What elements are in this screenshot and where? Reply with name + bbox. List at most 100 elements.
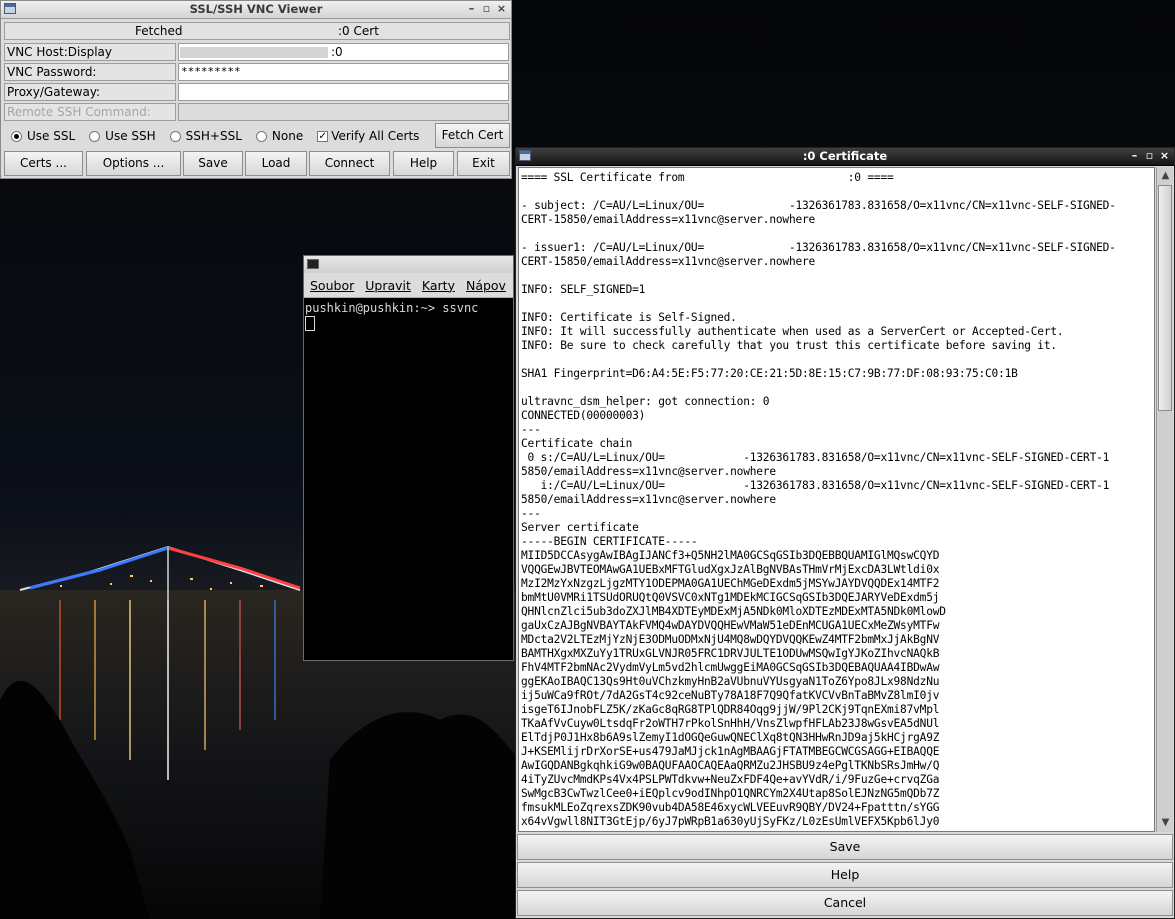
- certificate-text-line: 5850/emailAddress=x11vnc@server.nowhere: [521, 493, 776, 506]
- certificate-text-line: Server certificate: [521, 521, 639, 534]
- terminal-icon: [307, 259, 319, 269]
- radio-use-ssl[interactable]: Use SSL: [11, 129, 75, 143]
- menu-soubor[interactable]: Soubor: [310, 278, 354, 293]
- cert-cancel-button[interactable]: Cancel: [517, 890, 1173, 916]
- host-input[interactable]: :0: [178, 43, 509, 61]
- menu-upravit[interactable]: Upravit: [365, 278, 411, 293]
- minimize-icon[interactable]: –: [1127, 148, 1142, 165]
- window-menu-icon[interactable]: [519, 150, 531, 161]
- certificate-text-line: [521, 269, 1154, 283]
- certificate-text-line: bmMtU0VMRi1TSUdORUQtQ0VSVC0xNTg1MDEkMCIG…: [521, 591, 940, 604]
- certificate-text-line: -----BEGIN CERTIFICATE-----: [521, 535, 698, 548]
- menu-napoveda[interactable]: Nápov: [466, 278, 506, 293]
- password-input[interactable]: *********: [178, 63, 509, 81]
- certificate-text-line: fmsukMLEoZqrexsZDK90vub4DA58E46xycWLVEEu…: [521, 801, 940, 814]
- radio-ssh-ssl-dot[interactable]: [169, 130, 181, 142]
- terminal-prompt-line: pushkin@pushkin:~> ssvnc: [305, 301, 479, 315]
- radio-ssh-ssl-label: SSH+SSL: [185, 129, 242, 143]
- save-button[interactable]: Save: [183, 151, 243, 176]
- certificate-text-line: 0 s:/C=AU/L=Linux/OU= -1326361783.831658…: [521, 451, 1110, 464]
- radio-use-ssl-dot[interactable]: [11, 130, 22, 142]
- radio-none-label: None: [271, 129, 304, 143]
- certificate-text-area[interactable]: ==== SSL Certificate from :0 ==== - subj…: [518, 167, 1155, 832]
- certificate-text-line: ==== SSL Certificate from :0 ====: [521, 171, 894, 184]
- certificate-text-line: isgeT6IJnobFLZ5K/zKaGc8qRG8TPlQDR84Oqg9j…: [521, 703, 940, 716]
- certificate-text-line: CONNECTED(00000003): [521, 409, 646, 422]
- exit-button[interactable]: Exit: [457, 151, 510, 176]
- fetch-cert-button[interactable]: Fetch Cert: [435, 123, 510, 148]
- certificate-text-line: INFO: Be sure to check carefully that yo…: [521, 339, 1057, 352]
- certificate-text-line: VQQGEwJBVTEOMAwGA1UEBxMFTGludXgxJzAlBgNV…: [521, 563, 940, 576]
- vnc-viewer-titlebar[interactable]: SSL/SSH VNC Viewer – ▫ ×: [1, 1, 511, 19]
- load-button[interactable]: Load: [245, 151, 307, 176]
- radio-use-ssl-label: Use SSL: [27, 129, 76, 143]
- certificate-window: :0 Certificate – ▫ × ==== SSL Certificat…: [515, 147, 1175, 919]
- radio-use-ssh-dot[interactable]: [89, 130, 101, 142]
- host-row: VNC Host:Display :0: [4, 43, 509, 62]
- fetched-label: Fetched: [135, 24, 183, 38]
- help-button[interactable]: Help: [393, 151, 454, 176]
- fetched-value: :0 Cert: [338, 24, 379, 38]
- remote-ssh-row: Remote SSH Command:: [4, 103, 509, 122]
- certificate-text-line: i:/C=AU/L=Linux/OU= -1326361783.831658/O…: [521, 479, 1110, 492]
- remote-ssh-input: [178, 103, 509, 121]
- connect-button[interactable]: Connect: [309, 151, 390, 176]
- certificate-text-line: ggEKAoIBAQC13Qs9Ht0uVChzkmyHnB2aVUbnuVYU…: [521, 675, 940, 688]
- scroll-thumb[interactable]: [1158, 185, 1172, 411]
- certificate-text-line: ElTdjP0J1Hx8b6A9slZemyI1dOGQeGuwQNEClXq8…: [521, 731, 940, 744]
- menu-karty[interactable]: Karty: [422, 278, 455, 293]
- maximize-icon[interactable]: ▫: [479, 1, 494, 18]
- certificate-text-line: [521, 381, 1154, 395]
- certificate-text-line: QHNlcnZlci5ub3doZXJlMB4XDTEyMDExMjA5NDk0…: [521, 605, 946, 618]
- certificate-text-line: CERT-15850/emailAddress=x11vnc@server.no…: [521, 255, 816, 268]
- terminal-titlebar[interactable]: [304, 256, 513, 273]
- terminal-menubar: Soubor Upravit Karty Nápov: [304, 273, 513, 298]
- certificate-scrollbar[interactable]: ▲ ▼: [1156, 167, 1173, 832]
- verify-all-certs-checkbox[interactable]: ✓ Verify All Certs: [317, 129, 419, 143]
- options-button[interactable]: Options ...: [86, 151, 181, 176]
- password-label: VNC Password:: [4, 63, 176, 81]
- host-label: VNC Host:Display: [4, 43, 176, 61]
- proxy-input[interactable]: [178, 83, 509, 101]
- vnc-viewer-title: SSL/SSH VNC Viewer: [189, 2, 323, 16]
- certificate-text-line: 4iTyZUvcMmdKPs4Vx4PSLPWTdkvw+NeuZxFDF4Qe…: [521, 773, 940, 786]
- scroll-down-icon[interactable]: ▼: [1158, 816, 1173, 830]
- radio-none[interactable]: None: [255, 129, 304, 143]
- certificate-text-line: MzI2MzYxNzgzLjgzMTY1ODEPMA0GA1UEChMGeDEx…: [521, 577, 940, 590]
- terminal-cursor: [305, 316, 315, 331]
- radio-ssh-ssl[interactable]: SSH+SSL: [169, 129, 242, 143]
- certificate-text-line: FhV4MTF2bmNAc2VydmVyLm5vd2hlcmUwggEiMA0G…: [521, 661, 940, 674]
- certificate-text-line: [521, 297, 1154, 311]
- certificate-text-line: - issuer1: /C=AU/L=Linux/OU= -1326361783…: [521, 241, 1116, 254]
- certificate-text-line: - subject: /C=AU/L=Linux/OU= -1326361783…: [521, 199, 1116, 212]
- certificate-titlebar[interactable]: :0 Certificate – ▫ ×: [516, 148, 1174, 166]
- certificate-text-line: SwMgcB3CwTwzlCee0+iEQplcv9odINhpO1QNRCYm…: [521, 787, 940, 800]
- certificate-text-line: J+KSEMlijrDrXorSE+us479JaMJjck1nAgMBAAGj…: [521, 745, 940, 758]
- certs-button[interactable]: Certs ...: [4, 151, 83, 176]
- certificate-text-line: x64vVgwll8NIT3GtEjp/6yJ7pWRpB1a630yUjSyF…: [521, 815, 940, 828]
- certificate-text-line: INFO: It will successfully authenticate …: [521, 325, 1064, 338]
- window-menu-icon[interactable]: [4, 3, 16, 14]
- close-icon[interactable]: ×: [1157, 148, 1172, 165]
- certificate-text-line: ij5uWCa9fROt/7dA2GsT4c92ceNuBTy78A18F7Q9…: [521, 689, 940, 702]
- scroll-up-icon[interactable]: ▲: [1158, 169, 1173, 183]
- certificate-text-line: ---: [521, 507, 541, 520]
- fetched-status-bar: Fetched :0 Cert: [4, 22, 510, 40]
- certificate-text-line: AwIGQDANBgkqhkiG9w0BAQUFAAOCAQEAaQRMZu2J…: [521, 759, 940, 772]
- cert-help-button[interactable]: Help: [517, 862, 1173, 888]
- radio-use-ssh[interactable]: Use SSH: [89, 129, 156, 143]
- certificate-text-line: ultravnc_dsm_helper: got connection: 0: [521, 395, 770, 408]
- certificate-text-line: BAMTHXgxMXZuYy1TRUxGLVNJR05FRC1DRVJULTE1…: [521, 647, 940, 660]
- certificate-text-line: gaUxCzAJBgNVBAYTAkFVMQ4wDAYDVQQHEwVMaW51…: [521, 619, 940, 632]
- close-icon[interactable]: ×: [494, 1, 509, 18]
- terminal-window: Soubor Upravit Karty Nápov pushkin@pushk…: [303, 255, 514, 661]
- certificate-text-line: ---: [521, 423, 541, 436]
- radio-none-dot[interactable]: [255, 130, 267, 142]
- cert-save-button[interactable]: Save: [517, 834, 1173, 860]
- terminal-output[interactable]: pushkin@pushkin:~> ssvnc: [304, 298, 513, 336]
- maximize-icon[interactable]: ▫: [1142, 148, 1157, 165]
- certificate-text-line: Certificate chain: [521, 437, 633, 450]
- proxy-label: Proxy/Gateway:: [4, 83, 176, 101]
- minimize-icon[interactable]: –: [464, 1, 479, 18]
- checkmark-icon[interactable]: ✓: [317, 130, 329, 142]
